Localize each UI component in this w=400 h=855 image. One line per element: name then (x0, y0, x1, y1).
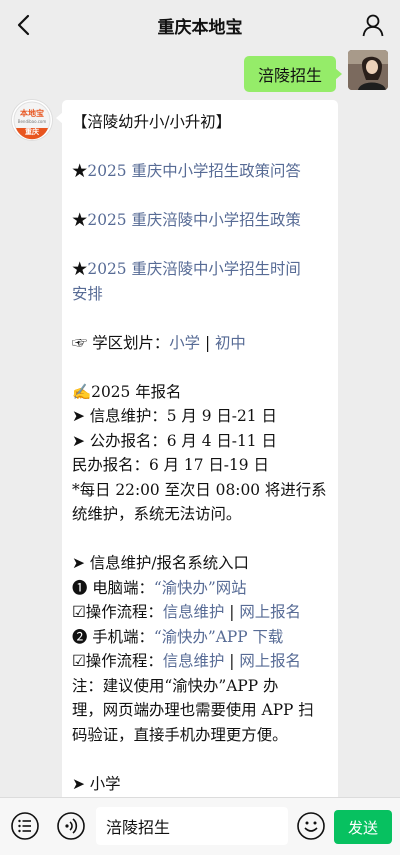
mobile-entry-label: ❷ 手机端： (72, 627, 154, 646)
junior-district-link[interactable]: 初中 (215, 334, 246, 352)
info-maintenance-date: ➤ 信息维护：5 月 9 日-21 日 (72, 407, 277, 425)
pc-process-line: ☑操作流程：信息维护 | 网上报名 (72, 600, 328, 625)
mobile-entry-line: ❷ 手机端：“渝快办”APP 下载 (72, 625, 328, 650)
public-registration-date: ➤ 公办报名：6 月 4 日-11 日 (72, 431, 277, 450)
schedule-link-cont[interactable]: 安排 (72, 282, 328, 307)
system-entry-title: ➤ 信息维护/报名系统入口 (72, 554, 249, 572)
input-bar: 涪陵招生 发送 (0, 797, 400, 855)
my-avatar-image (348, 50, 388, 90)
bot-avatar-domain: Bendibao.com (17, 119, 47, 124)
message-title: 【涪陵幼升小/小升初】 (72, 113, 232, 131)
chat-title: 重庆本地宝 (157, 17, 243, 38)
emoji-icon[interactable] (296, 811, 326, 841)
app-note: 注：建议使用“渝快办”APP 办 (72, 676, 279, 695)
policy-qa-link[interactable]: 2025 重庆中小学招生政策问答 (87, 162, 300, 180)
pc-entry-label: ❶ 电脑端： (72, 578, 154, 597)
online-registration-link[interactable]: 网上报名 (239, 603, 301, 621)
app-note-cont: 理，网页端办理也需要使用 APP 扫 (72, 701, 314, 719)
mobile-process-line: ☑操作流程：信息维护 | 网上报名 (72, 649, 328, 674)
yukuaiban-website-link[interactable]: “渝快办”网站 (154, 579, 247, 597)
process-label: ☑操作流程： (72, 652, 163, 670)
message-input-value: 涪陵招生 (106, 818, 171, 837)
fuling-policy-link[interactable]: 2025 重庆涪陵中小学招生政策 (87, 211, 300, 229)
primary-district-link[interactable]: 小学 (169, 334, 200, 352)
user-icon[interactable] (360, 12, 386, 38)
star-icon: ★ (72, 211, 88, 229)
policy-qa-line: ★2025 重庆中小学招生政策问答 (72, 159, 328, 184)
yukuaiban-app-link[interactable]: “渝快办”APP 下载 (154, 628, 283, 646)
bot-avatar[interactable]: 本地宝 Bendibao.com 重庆 (12, 100, 52, 140)
star-icon: ★ (72, 162, 88, 180)
star-icon: ★ (72, 260, 88, 278)
private-registration-date: 民办报名：6 月 17 日-19 日 (72, 456, 269, 474)
schedule-link[interactable]: 2025 重庆涪陵中小学招生时间 (87, 260, 300, 278)
bot-message-bubble: 【涪陵幼升小/小升初】 ★2025 重庆中小学招生政策问答 ★2025 重庆涪陵… (56, 100, 338, 797)
my-avatar[interactable] (348, 50, 388, 90)
maintenance-note: *每日 22:00 至次日 08:00 将进行系 (72, 480, 327, 499)
bot-avatar-city: 重庆 (25, 128, 39, 136)
maintenance-note-cont: 统维护，系统无法访问。 (72, 505, 242, 523)
process-separator: | (224, 652, 240, 670)
message-input[interactable]: 涪陵招生 (96, 807, 288, 845)
bot-avatar-brand: 本地宝 (20, 109, 44, 118)
app-note-end: 码验证，直接手机办理更方便。 (72, 725, 288, 744)
district-line: ☞ 学区划片：小学 | 初中 (72, 331, 328, 356)
process-label: ☑操作流程： (72, 603, 163, 621)
chevron-left-icon[interactable] (12, 12, 38, 38)
fuling-policy-line: ★2025 重庆涪陵中小学招生政策 (72, 208, 328, 233)
info-maintenance-link[interactable]: 信息维护 (163, 603, 225, 621)
pc-entry-line: ❶ 电脑端：“渝快办”网站 (72, 576, 328, 601)
registration-title: ✍2025 年报名 (72, 382, 182, 401)
schedule-line: ★2025 重庆涪陵中小学招生时间 (72, 257, 328, 282)
chat-header: 重庆本地宝 (0, 0, 400, 50)
my-message-row: 涪陵招生 (0, 50, 400, 100)
my-message-bubble[interactable]: 涪陵招生 (243, 56, 343, 92)
online-registration-link[interactable]: 网上报名 (239, 652, 301, 670)
process-separator: | (224, 603, 240, 621)
district-separator: | (200, 333, 216, 352)
send-button[interactable]: 发送 (334, 810, 392, 844)
chat-area[interactable]: 涪陵招生 本地宝 Bendibao.com 重庆 【涪陵幼升小/小升初】 ★20… (0, 50, 400, 797)
info-maintenance-link[interactable]: 信息维护 (163, 652, 225, 670)
menu-icon[interactable] (10, 811, 40, 841)
primary-school-heading: ➤ 小学 (72, 774, 121, 793)
voice-icon[interactable] (56, 811, 86, 841)
district-label: ☞ 学区划片： (72, 333, 170, 352)
